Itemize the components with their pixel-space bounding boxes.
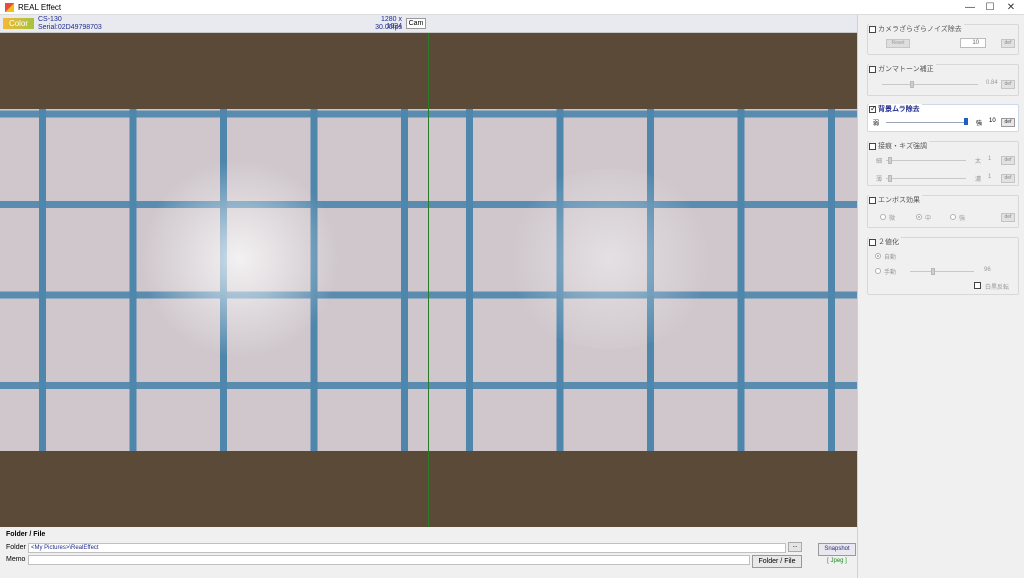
background-removal-checkbox[interactable] xyxy=(869,104,877,113)
browse-button[interactable]: ... xyxy=(788,542,802,552)
scratch-def-button[interactable]: def xyxy=(1001,156,1015,165)
scratch-emphasis-group: 接痕・キズ強調 細 太 1 def 薄 濃 1 def xyxy=(867,141,1019,186)
memo-field[interactable] xyxy=(28,555,750,565)
scratch-depth-slider-track[interactable] xyxy=(886,178,966,179)
invert-checkbox[interactable] xyxy=(974,282,981,289)
image-format-label: [ Jpeg ] xyxy=(827,558,847,564)
invert-label: 白黒反転 xyxy=(985,285,1010,291)
scratch-def-button-2[interactable]: def xyxy=(1001,174,1015,183)
noise-value-spinner[interactable]: 10 xyxy=(960,38,986,48)
folder-file-button[interactable]: Folder / File xyxy=(752,555,802,568)
gamma-group: ガンマトーン補正 0.84 def xyxy=(867,64,1019,96)
split-divider[interactable] xyxy=(428,33,429,527)
gamma-title: ガンマトーン補正 xyxy=(878,66,934,73)
binarize-value: 96 xyxy=(984,267,991,273)
gamma-def-button[interactable]: def xyxy=(1001,80,1015,89)
effects-panel: カメラざらざらノイズ除去 Reset 10 def ガンマトーン補正 0.84 … xyxy=(857,15,1024,578)
emboss-group: エンボス効果 微 中 強 def xyxy=(867,195,1019,228)
binarize-auto-label: 自動 xyxy=(884,255,897,261)
emboss-checkbox[interactable] xyxy=(869,196,876,204)
binarize-manual-label: 手動 xyxy=(884,270,897,276)
app-icon xyxy=(5,3,14,12)
background-def-button[interactable]: def xyxy=(1001,118,1015,127)
scratch-emphasis-checkbox[interactable] xyxy=(869,142,876,150)
binarize-slider-thumb[interactable] xyxy=(931,268,935,275)
emboss-coarse-label: 強 xyxy=(959,216,966,222)
binarize-title: ２値化 xyxy=(878,239,899,246)
gamma-slider-thumb[interactable] xyxy=(909,81,914,88)
scratch-width-slider-track[interactable] xyxy=(886,160,966,161)
folder-label: Folder xyxy=(6,544,26,551)
background-slider-thumb[interactable] xyxy=(964,118,968,125)
light-glare xyxy=(500,169,720,349)
memo-label: Memo xyxy=(6,556,26,563)
noise-reset-button[interactable]: Reset xyxy=(886,39,910,48)
background-removal-title: 背景ムラ除去 xyxy=(878,106,920,113)
scratch-depth-value: 1 xyxy=(988,174,992,180)
gamma-value: 0.84 xyxy=(986,80,998,86)
binarize-slider-track[interactable] xyxy=(910,271,974,272)
close-button[interactable]: ✕ xyxy=(996,0,1024,15)
noise-def-button[interactable]: def xyxy=(1001,39,1015,48)
emboss-coarse-radio[interactable] xyxy=(950,214,956,220)
binarize-manual-radio[interactable] xyxy=(875,268,881,274)
binarize-group: ２値化 自動 手動 96 白黒反転 xyxy=(867,237,1019,295)
emboss-fine-radio[interactable] xyxy=(880,214,886,220)
noise-reduction-checkbox[interactable] xyxy=(869,25,876,33)
gamma-checkbox[interactable] xyxy=(869,65,876,73)
folder-path-field[interactable]: <My Pictures>\RealEffect xyxy=(28,543,786,553)
save-panel: Folder / File Folder <My Pictures>\RealE… xyxy=(0,527,857,578)
light-glare xyxy=(140,159,340,359)
emboss-medium-label: 中 xyxy=(925,216,932,222)
scratch-thick-label: 太 xyxy=(975,159,982,165)
background-removal-group: 背景ムラ除去 弱 強 10 def xyxy=(867,104,1019,132)
gamma-slider-track[interactable] xyxy=(882,84,978,85)
scratch-emphasis-title: 接痕・キズ強調 xyxy=(878,143,927,150)
background-value: 10 xyxy=(989,118,996,124)
scratch-width-value: 1 xyxy=(988,156,992,162)
title-bar: REAL Effect — ☐ ✕ xyxy=(0,0,1024,15)
scratch-light-label: 薄 xyxy=(876,177,883,183)
background-weak-label: 弱 xyxy=(873,121,880,127)
emboss-medium-radio[interactable] xyxy=(916,214,922,220)
emboss-fine-label: 微 xyxy=(889,216,896,222)
folder-file-heading: Folder / File xyxy=(6,531,46,538)
window-title: REAL Effect xyxy=(18,3,62,12)
camera-info-bar: Color CS-130 Serial:02D49798703 1280 x 1… xyxy=(0,15,857,33)
camera-view[interactable]: Color CS-130 Serial:02D49798703 1280 x 1… xyxy=(0,15,857,527)
camera-serial: Serial:02D49798703 xyxy=(38,24,102,31)
emboss-title: エンボス効果 xyxy=(878,197,920,204)
emboss-def-button[interactable]: def xyxy=(1001,213,1015,222)
camera-fps: 30.00fps xyxy=(375,24,402,31)
color-mode-badge: Color xyxy=(3,18,34,29)
noise-reduction-group: カメラざらざらノイズ除去 Reset 10 def xyxy=(867,24,1019,55)
scratch-width-slider-thumb[interactable] xyxy=(888,157,892,164)
noise-reduction-title: カメラざらざらノイズ除去 xyxy=(878,26,962,33)
snapshot-button[interactable]: Snapshot xyxy=(818,543,856,556)
cam-button[interactable]: Cam xyxy=(406,18,426,29)
scratch-thin-label: 細 xyxy=(876,159,883,165)
background-strong-label: 強 xyxy=(976,121,983,127)
camera-model: CS-130 xyxy=(38,16,62,23)
binarize-auto-radio[interactable] xyxy=(875,253,881,259)
scratch-dark-label: 濃 xyxy=(975,177,982,183)
scratch-depth-slider-thumb[interactable] xyxy=(888,175,892,182)
binarize-checkbox[interactable] xyxy=(869,238,876,246)
background-slider-track[interactable] xyxy=(886,122,968,123)
